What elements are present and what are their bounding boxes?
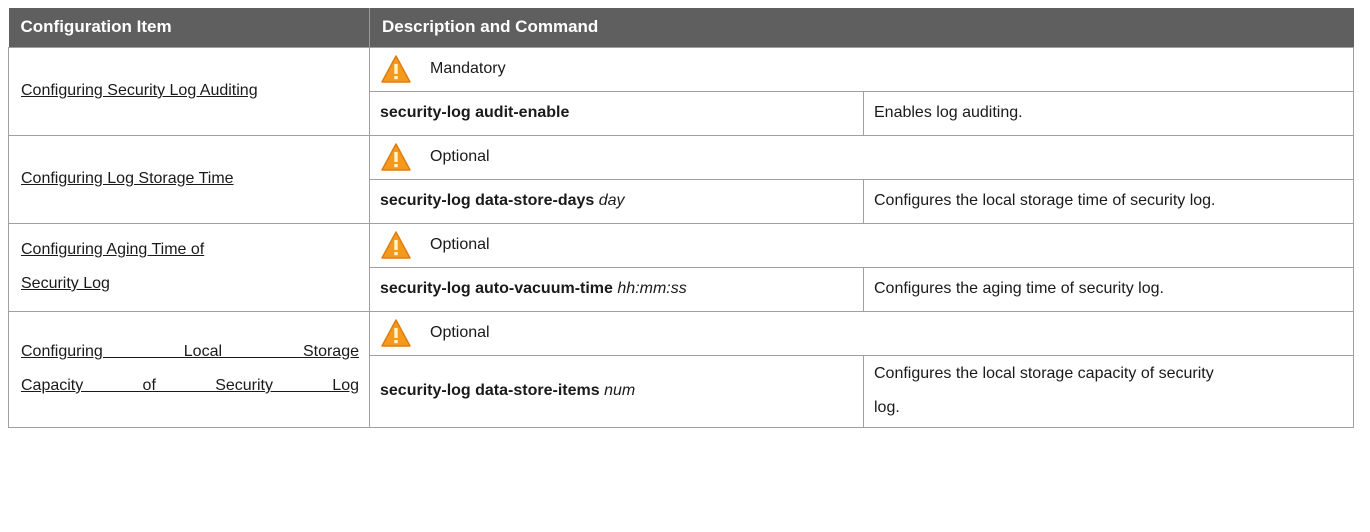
config-item-link-local-storage-capacity[interactable]: Configuring Local Storage Capacity of Sec… [21, 343, 359, 394]
command-cell: security-log auto-vacuum-time hh:mm:ss [369, 266, 864, 312]
command-cell: security-log data-store-days day [369, 178, 864, 224]
config-item-link-security-log-auditing[interactable]: Configuring Security Log Auditing [21, 82, 258, 99]
header-configuration-item: Configuration Item [8, 8, 370, 47]
description-line: Configures the local storage capacity of… [874, 365, 1214, 382]
warning-triangle-icon [381, 319, 411, 347]
command-cell: security-log data-store-items num [369, 354, 864, 428]
command-name: security-log auto-vacuum-time [380, 280, 613, 297]
requirement-label: Optional [430, 148, 490, 165]
requirement-cell: Optional [369, 222, 1354, 268]
requirement-label: Mandatory [430, 60, 506, 77]
description-cell: Configures the local storage capacity of… [863, 354, 1354, 428]
config-item-cell: Configuring Local Storage Capacity of Sec… [8, 310, 370, 428]
table-row: Configuring Aging Time of Security Log Op… [8, 222, 1354, 312]
description-cell: Configures the aging time of security lo… [863, 266, 1354, 312]
command-cell: security-log audit-enable [369, 90, 864, 136]
command-argument: day [598, 192, 625, 209]
description-line: log. [874, 399, 900, 416]
warning-triangle-icon [381, 231, 411, 259]
config-item-line: Security Log [21, 275, 110, 292]
description-cell: Configures the local storage time of sec… [863, 178, 1354, 224]
warning-triangle-icon [381, 55, 411, 83]
configuration-table: Configuration Item Description and Comma… [8, 8, 1354, 428]
command-name: security-log data-store-days [380, 192, 595, 209]
table-row: Configuring Log Storage Time Optional [8, 134, 1354, 224]
requirement-label: Optional [430, 236, 490, 253]
warning-triangle-icon [381, 143, 411, 171]
table-row: Configuring Security Log Auditing Mandat… [8, 46, 1354, 136]
requirement-cell: Optional [369, 134, 1354, 180]
command-name: security-log audit-enable [380, 104, 570, 121]
command-argument: num [604, 382, 636, 399]
config-item-cell: Configuring Aging Time of Security Log [8, 222, 370, 312]
command-argument: hh:mm:ss [617, 280, 687, 297]
table-row: Configuring Local Storage Capacity of Sec… [8, 310, 1354, 428]
config-item-cell: Configuring Log Storage Time [8, 134, 370, 224]
config-item-link-log-storage-time[interactable]: Configuring Log Storage Time [21, 170, 234, 187]
config-item-line: Capacity of Security Log [21, 377, 359, 394]
requirement-label: Optional [430, 324, 490, 341]
config-item-line: Configuring Local Storage [21, 343, 359, 360]
description-cell: Enables log auditing. [863, 90, 1354, 136]
config-item-cell: Configuring Security Log Auditing [8, 46, 370, 136]
header-description-command: Description and Command [369, 8, 1354, 47]
requirement-cell: Mandatory [369, 46, 1354, 92]
requirement-cell: Optional [369, 310, 1354, 356]
table-header-row: Configuration Item Description and Comma… [8, 8, 1354, 47]
config-item-line: Configuring Aging Time of [21, 241, 205, 258]
config-item-link-aging-time[interactable]: Configuring Aging Time of Security Log [21, 241, 204, 292]
command-name: security-log data-store-items [380, 382, 600, 399]
